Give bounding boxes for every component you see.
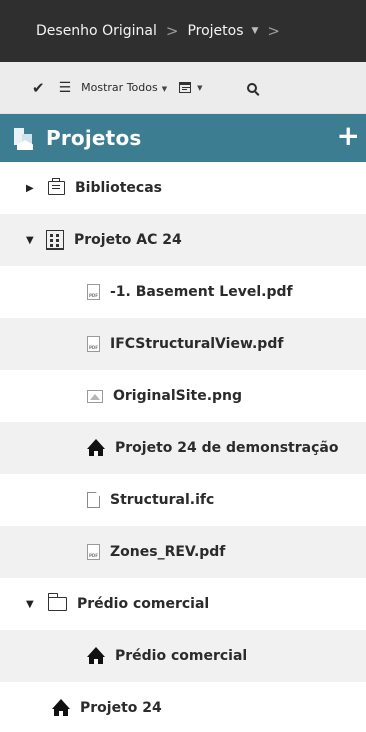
pdf-file-icon	[87, 544, 100, 560]
house-icon	[87, 647, 105, 665]
tree-item-label: IFCStructuralView.pdf	[110, 336, 284, 352]
tree-item-predio-comercial-project[interactable]: Prédio comercial	[0, 630, 366, 682]
image-file-icon	[87, 389, 103, 403]
tree-item-label: OriginalSite.png	[113, 388, 243, 404]
tree-item-projeto-ac-24[interactable]: ▼ Projeto AC 24	[0, 214, 366, 266]
tree-item-bibliotecas[interactable]: ▶ Bibliotecas	[0, 162, 366, 214]
tree-item-label: Prédio comercial	[77, 596, 210, 612]
panel-header: Projetos +	[0, 114, 366, 162]
tree-item-label: Zones_REV.pdf	[110, 544, 226, 560]
menu-icon[interactable]: ☰	[59, 80, 72, 96]
breadcrumb-item-projetos[interactable]: Projetos	[187, 23, 243, 39]
chevron-down-icon: ▼	[197, 83, 203, 92]
calendar-icon	[179, 82, 192, 93]
project-tree: ▶ Bibliotecas ▼ Projeto AC 24 -1. Baseme…	[0, 162, 366, 732]
collapse-arrow-icon[interactable]: ▼	[26, 235, 40, 246]
checkmark-icon[interactable]: ✔	[32, 79, 45, 97]
tree-item-structural-ifc[interactable]: Structural.ifc	[0, 474, 366, 526]
tree-item-label: Prédio comercial	[115, 648, 248, 664]
file-icon	[87, 492, 100, 508]
add-button[interactable]: +	[337, 122, 360, 150]
breadcrumb: Desenho Original > Projetos ▼ >	[0, 0, 366, 62]
tree-item-label: Projeto AC 24	[74, 232, 182, 248]
tree-item-label: Projeto 24	[80, 700, 162, 716]
pdf-file-icon	[87, 284, 100, 300]
tree-item-projeto-24[interactable]: Projeto 24	[0, 682, 366, 732]
tree-item-label: Bibliotecas	[75, 180, 162, 196]
tree-item-basement-level-pdf[interactable]: -1. Basement Level.pdf	[0, 266, 366, 318]
tree-item-predio-comercial-folder[interactable]: ▼ Prédio comercial	[0, 578, 366, 630]
chevron-down-icon[interactable]: ▼	[252, 26, 259, 36]
house-icon	[52, 699, 70, 717]
project-icon	[46, 230, 64, 250]
panel-title: Projetos	[46, 126, 142, 150]
filter-dropdown[interactable]: Mostrar Todos ▼	[81, 81, 167, 94]
toolbar: ✔ ☰ Mostrar Todos ▼ ▼	[0, 62, 366, 114]
library-icon	[48, 178, 65, 195]
collapse-arrow-icon[interactable]: ▼	[26, 599, 40, 610]
date-dropdown[interactable]: ▼	[179, 82, 203, 93]
breadcrumb-separator: >	[267, 22, 280, 40]
chevron-down-icon: ▼	[161, 85, 168, 93]
expand-arrow-icon[interactable]: ▶	[26, 183, 40, 194]
tree-item-ifcstructuralview-pdf[interactable]: IFCStructuralView.pdf	[0, 318, 366, 370]
folder-icon	[47, 593, 67, 611]
buildings-icon	[10, 125, 38, 151]
breadcrumb-item-desenho-original[interactable]: Desenho Original	[36, 23, 157, 39]
house-icon	[87, 439, 105, 457]
tree-item-label: -1. Basement Level.pdf	[110, 284, 293, 300]
tree-item-zones-rev-pdf[interactable]: Zones_REV.pdf	[0, 526, 366, 578]
tree-item-label: Structural.ifc	[110, 492, 215, 508]
tree-item-label: Projeto 24 de demonstração	[115, 440, 339, 456]
search-icon[interactable]	[246, 82, 257, 93]
breadcrumb-separator: >	[165, 22, 179, 40]
tree-item-projeto-24-demonstracao[interactable]: Projeto 24 de demonstração	[0, 422, 366, 474]
tree-item-originalsite-png[interactable]: OriginalSite.png	[0, 370, 366, 422]
filter-dropdown-label: Mostrar Todos	[81, 81, 158, 94]
pdf-file-icon	[87, 336, 100, 352]
